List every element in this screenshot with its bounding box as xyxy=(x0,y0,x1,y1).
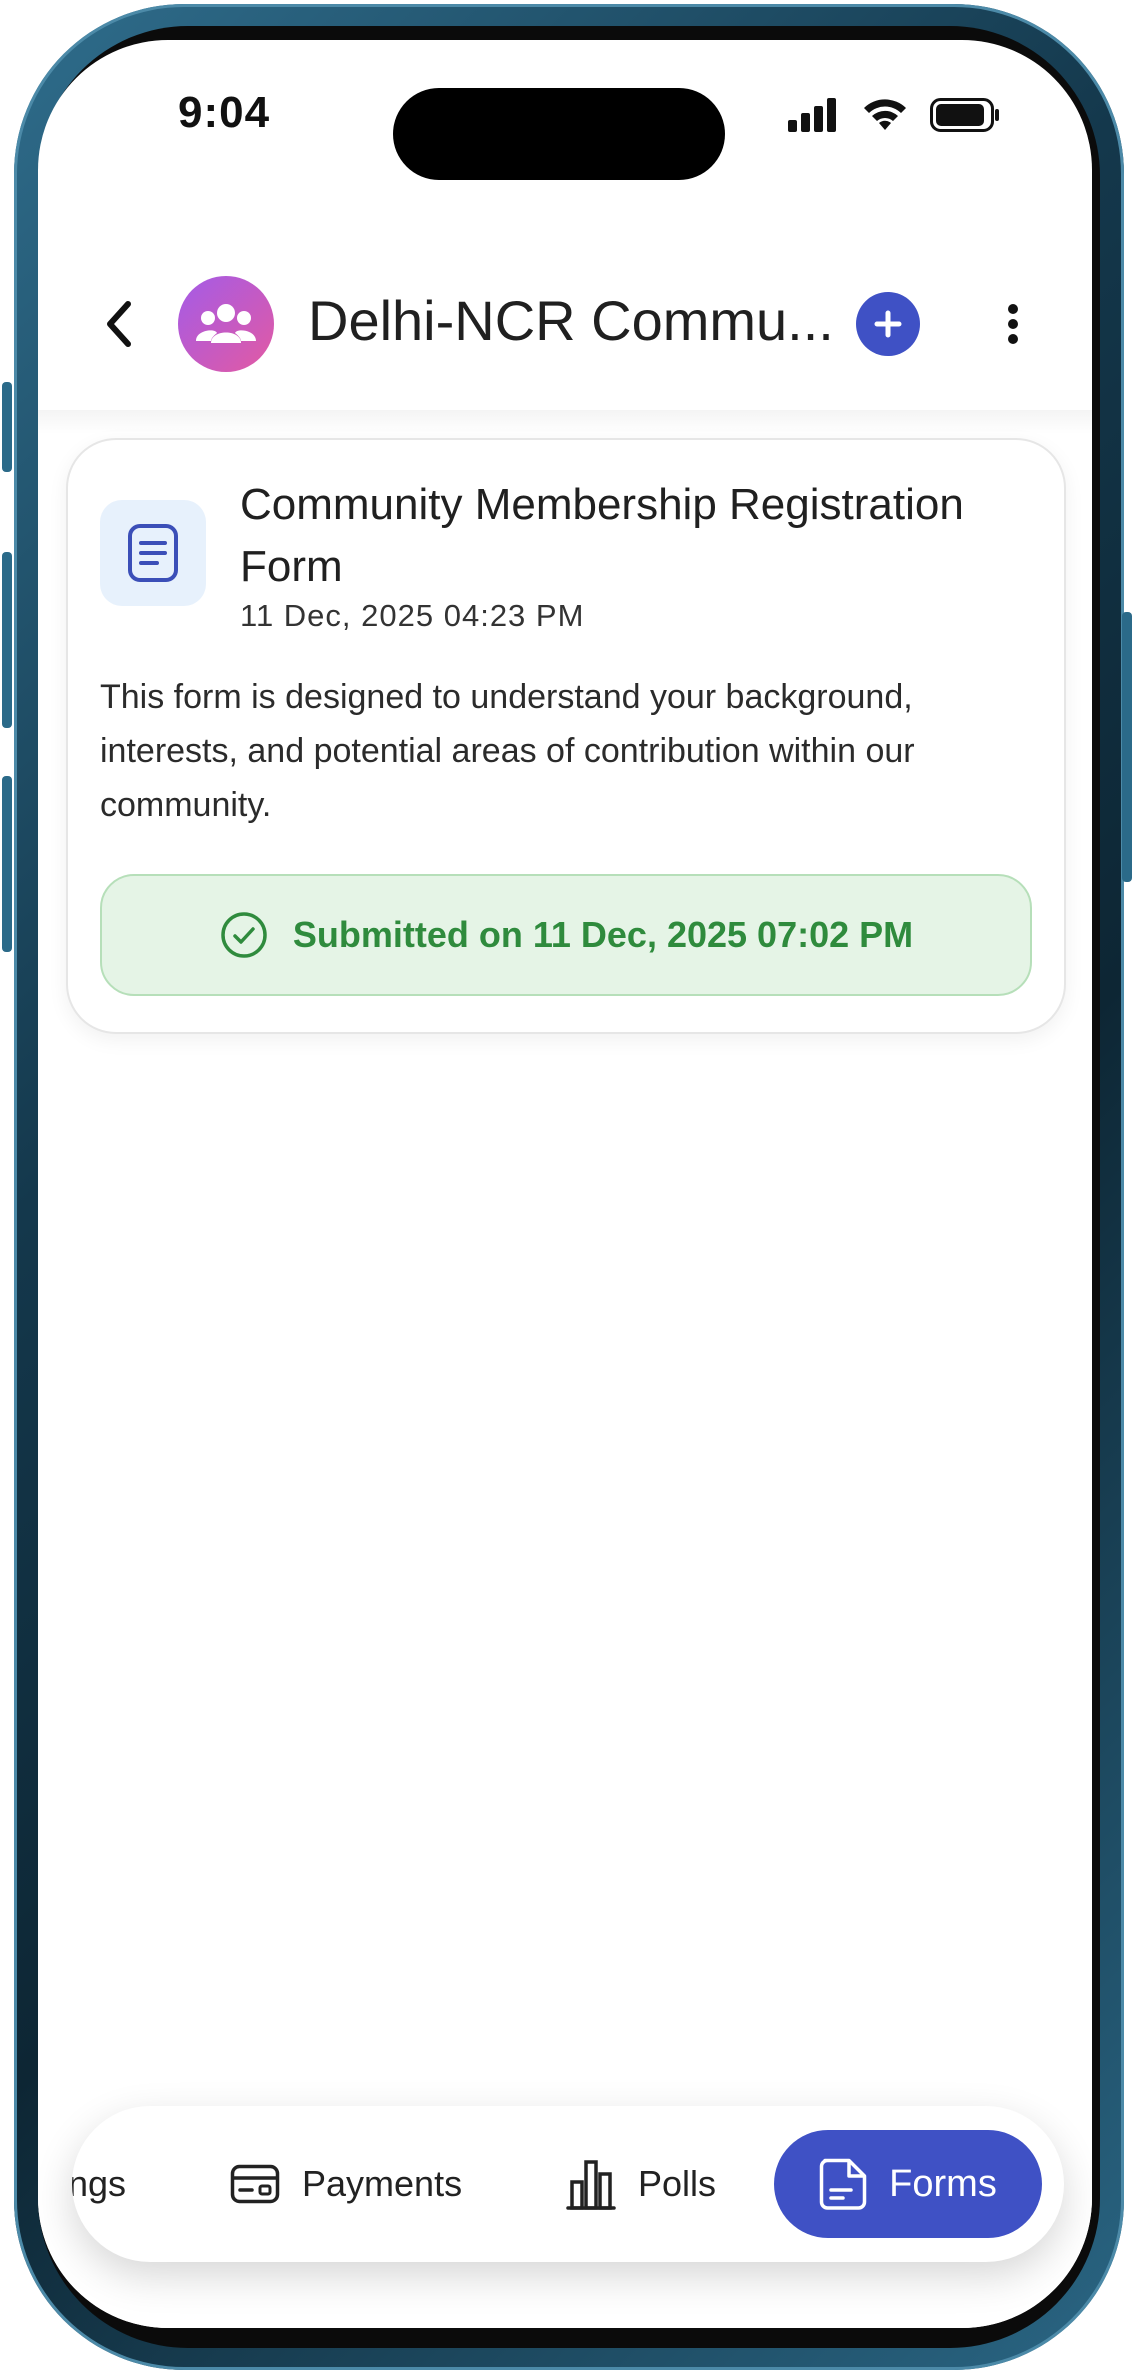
chevron-left-icon xyxy=(107,301,131,347)
form-title: Community Membership Registration Form xyxy=(240,480,964,591)
app-header: Delhi-NCR Commu... xyxy=(38,210,1092,410)
form-description: This form is designed to understand your… xyxy=(100,678,915,824)
form-icon-tile xyxy=(100,500,206,606)
wifi-icon xyxy=(864,99,906,130)
form-icon xyxy=(819,2158,867,2210)
nav-item-label: Polls xyxy=(638,2163,717,2204)
add-button[interactable] xyxy=(856,292,920,356)
side-button xyxy=(1122,612,1132,882)
nav-item-label: Payments xyxy=(302,2163,463,2204)
more-options-button[interactable] xyxy=(998,294,1028,354)
status-time: 9:04 xyxy=(178,88,271,137)
document-icon xyxy=(128,524,178,582)
side-button xyxy=(2,552,12,728)
nav-item-polls[interactable]: Polls xyxy=(566,2106,716,2262)
nav-item-settings[interactable]: ngs xyxy=(72,2106,126,2262)
nav-item-forms[interactable]: Forms xyxy=(774,2130,1042,2238)
side-button xyxy=(2,776,12,952)
side-button xyxy=(2,382,12,472)
dynamic-island xyxy=(393,88,725,180)
community-avatar[interactable] xyxy=(178,276,274,372)
nav-item-label: ngs xyxy=(72,2163,127,2204)
page-title: Delhi-NCR Commu... xyxy=(308,289,834,352)
signal-icon xyxy=(788,98,836,132)
card-icon xyxy=(230,2164,280,2204)
nav-item-payments[interactable]: Payments xyxy=(230,2106,462,2262)
check-circle-icon xyxy=(221,912,267,958)
form-date: 11 Dec, 2025 04:23 PM xyxy=(240,598,585,633)
bar-chart-icon xyxy=(566,2160,616,2210)
plus-icon xyxy=(874,310,902,338)
battery-icon xyxy=(930,98,999,132)
status-icons xyxy=(788,98,1000,132)
more-vertical-icon xyxy=(1008,304,1018,344)
bottom-nav: ngs Payments Polls Forms xyxy=(72,2106,1064,2262)
group-icon xyxy=(196,304,256,343)
submission-status-text: Submitted on 11 Dec, 2025 07:02 PM xyxy=(292,914,914,955)
app-screen: 9:04 Delhi-NCR Commu... Community Member… xyxy=(38,40,1092,2328)
back-button[interactable] xyxy=(94,294,144,354)
nav-item-label: Forms xyxy=(889,2162,997,2205)
submission-status-badge: Submitted on 11 Dec, 2025 07:02 PM xyxy=(100,874,1032,996)
form-card[interactable]: Community Membership Registration Form 1… xyxy=(66,438,1066,1034)
